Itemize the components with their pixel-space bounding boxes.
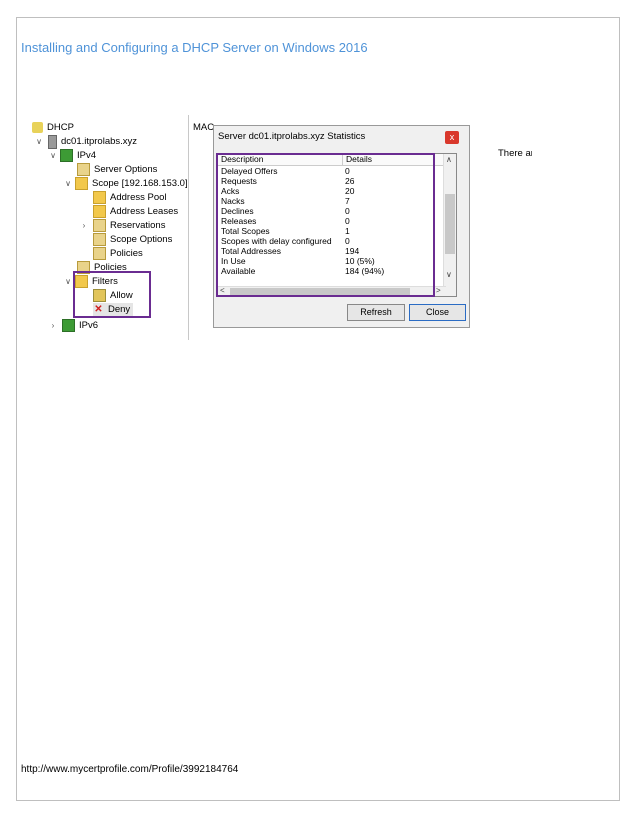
chevron-down-icon[interactable]: ∨ xyxy=(34,135,44,148)
tree-item-scope-policies[interactable]: Policies xyxy=(93,247,143,260)
policies-icon xyxy=(93,247,106,260)
tree-item-server[interactable]: ∨ dc01.itprolabs.xyz xyxy=(34,134,138,149)
server-icon xyxy=(48,134,57,149)
tree-item-label: Address Pool xyxy=(110,192,167,203)
tree-item-label: Reservations xyxy=(110,220,166,231)
tree-item-reservations[interactable]: › Reservations xyxy=(79,219,165,232)
chevron-up-icon[interactable]: ∧ xyxy=(446,155,452,164)
tree-item-dhcp[interactable]: DHCP xyxy=(32,121,74,134)
scope-options-icon xyxy=(93,233,106,246)
chevron-down-icon[interactable]: ∨ xyxy=(63,275,73,288)
dhcp-tree: DHCP ∨ dc01.itprolabs.xyz ∨ IPv4 Server … xyxy=(30,115,188,340)
tree-item-label: Scope [192.168.153.0] xyxy=(92,178,188,189)
statistics-dialog: Server dc01.itprolabs.xyz Statistics x D… xyxy=(213,125,470,328)
ipv6-icon xyxy=(62,319,75,332)
document-title: Installing and Configuring a DHCP Server… xyxy=(21,40,368,55)
empty-list-message: There are no items xyxy=(498,148,532,159)
footer-url[interactable]: http://www.mycertprofile.com/Profile/399… xyxy=(21,764,238,775)
tree-item-label: Server Options xyxy=(94,164,158,175)
ipv4-icon xyxy=(60,149,73,162)
tree-item-label: IPv6 xyxy=(79,320,99,331)
column-header-mac: MAC xyxy=(193,122,215,133)
tree-item-address-leases[interactable]: Address Leases xyxy=(93,205,178,218)
tree-item-label: Scope Options xyxy=(110,234,173,245)
tree-item-scope[interactable]: ∨ Scope [192.168.153.0] xyxy=(63,177,188,190)
close-icon[interactable]: x xyxy=(445,131,459,144)
address-leases-icon xyxy=(93,205,106,218)
chevron-right-icon[interactable]: › xyxy=(48,319,58,332)
chevron-right-icon[interactable]: > xyxy=(436,286,441,295)
close-button[interactable]: Close xyxy=(409,304,466,321)
chevron-down-icon[interactable]: ∨ xyxy=(48,149,58,162)
tree-item-label: IPv4 xyxy=(77,150,97,161)
dhcp-console-screenshot: DHCP ∨ dc01.itprolabs.xyz ∨ IPv4 Server … xyxy=(30,115,532,340)
tree-item-scope-options[interactable]: Scope Options xyxy=(93,233,172,246)
tree-item-ipv6[interactable]: › IPv6 xyxy=(48,319,98,332)
chevron-down-icon[interactable]: ∨ xyxy=(446,270,452,279)
tree-item-label: Address Leases xyxy=(110,206,179,217)
vertical-scrollbar[interactable]: ∧ ∨ xyxy=(443,154,456,296)
tree-item-ipv4[interactable]: ∨ IPv4 xyxy=(48,149,96,162)
tree-item-label: dc01.itprolabs.xyz xyxy=(61,136,138,147)
statistics-highlight-box xyxy=(216,153,435,297)
folder-icon xyxy=(75,177,88,190)
dhcp-icon xyxy=(32,122,43,133)
scroll-thumb[interactable] xyxy=(445,194,455,254)
server-options-icon xyxy=(77,163,90,176)
dialog-title: Server dc01.itprolabs.xyz Statistics xyxy=(218,131,366,142)
address-pool-icon xyxy=(93,191,106,204)
tree-item-label: Policies xyxy=(110,248,143,259)
chevron-down-icon[interactable]: ∨ xyxy=(63,177,73,190)
filters-highlight-box xyxy=(73,271,151,318)
tree-item-label: DHCP xyxy=(47,122,74,133)
chevron-right-icon[interactable]: › xyxy=(79,219,89,232)
tree-item-address-pool[interactable]: Address Pool xyxy=(93,191,167,204)
refresh-button[interactable]: Refresh xyxy=(347,304,405,321)
tree-item-server-options[interactable]: Server Options xyxy=(77,163,157,176)
reservations-icon xyxy=(93,219,106,232)
